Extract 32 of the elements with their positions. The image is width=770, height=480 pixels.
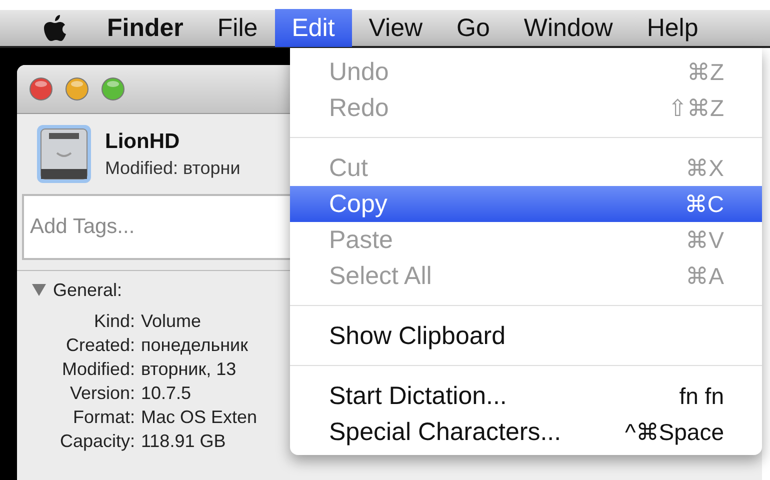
menu-bar-item[interactable]: Help — [630, 9, 716, 47]
modified-date: Modified: вторни — [105, 158, 240, 178]
hard-drive-icon — [35, 123, 93, 185]
info-value: 118.91 GB — [141, 430, 226, 452]
apple-logo-icon[interactable] — [42, 13, 68, 43]
info-value: понедельник — [141, 334, 248, 356]
menu-item[interactable]: Special Characters... ^⌘Space — [290, 414, 762, 450]
menu-item[interactable]: Start Dictation... fn fn — [290, 378, 762, 414]
info-label: Modified: — [60, 358, 136, 380]
menu-item[interactable]: Copy ⌘C — [290, 186, 762, 222]
info-value: Mac OS Exten — [141, 406, 258, 428]
close-button[interactable] — [29, 77, 53, 101]
menu-bar-item[interactable]: Edit — [274, 9, 352, 47]
section-title: General: — [53, 280, 122, 300]
menu-item[interactable]: Show Clipboard — [290, 318, 762, 354]
info-label: Version: — [68, 382, 136, 404]
info-label: Created: — [64, 334, 136, 356]
volume-name: LionHD — [105, 130, 181, 154]
info-value: Volume — [141, 310, 202, 332]
minimize-button[interactable] — [65, 77, 89, 101]
info-label: Format: — [72, 406, 136, 428]
menu-bar-item[interactable]: Go — [440, 9, 507, 47]
menu-bar-item[interactable]: Window — [506, 9, 630, 47]
expanded-triangle-icon[interactable] — [31, 283, 47, 297]
info-label: Capacity: — [58, 430, 136, 452]
info-value: 10.7.5 — [141, 382, 192, 404]
info-label: Kind: — [92, 310, 136, 332]
zoom-button[interactable] — [101, 77, 125, 101]
menu-bar-item[interactable]: File — [200, 9, 275, 47]
menu-bar-item[interactable]: View — [352, 9, 440, 47]
menu-bar-item[interactable]: Finder — [90, 9, 200, 47]
info-value: вторник, 13 — [141, 358, 236, 380]
